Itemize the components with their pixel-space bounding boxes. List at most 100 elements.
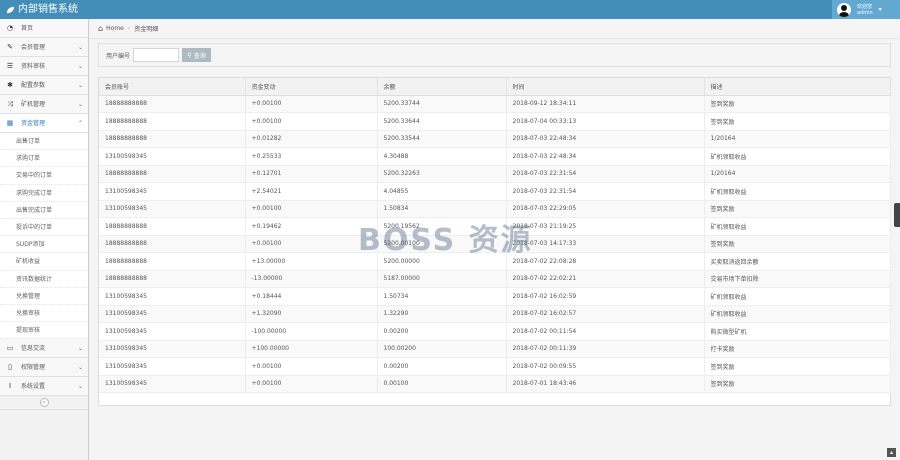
sidebar-item[interactable]: ▦ 资金管理 ⌃ [0,114,88,133]
table-cell: 18888888888 [99,130,246,148]
table-cell: 18888888888 [99,217,246,236]
user-info: 欢迎您 admin [857,4,873,16]
chevron-icon: ⌃ [77,119,83,127]
table-cell: 签到奖励 [704,375,891,393]
double-chevron-left-icon: « [39,398,49,408]
table-cell: 购买微型矿机 [704,322,891,341]
breadcrumb-current: 资金明细 [134,26,159,33]
table-cell: 2018-07-03 21:19:25 [506,217,705,236]
table-cell: 13100598345 [99,305,246,323]
sidebar-item[interactable]: ◔ 首页 [0,19,88,38]
table-cell: 13100598345 [99,340,246,358]
table-cell: 13100598345 [99,322,246,341]
column-header: 资金变动 [245,78,378,96]
sidebar-item[interactable]: ✱ 配置参数 ⌄ [0,76,88,95]
breadcrumb-home-link[interactable]: Home [106,25,124,32]
sidebar-item[interactable]: Ⅰ 系统设置 ⌄ [0,377,88,397]
sidebar-item[interactable]: ⤨ 矿机管理 ⌄ [0,95,88,114]
table-cell: 5187.00000 [377,270,507,288]
sidebar-subitem[interactable]: 求购完成订单 [0,184,88,202]
table-cell: 13100598345 [99,357,246,376]
sidebar-collapse-button[interactable]: « [0,396,88,411]
sidebar: ◔ 首页 ✎ 会员管理 ⌄ ☰ 资料审核 ⌄ ✱ 配置参数 ⌄ ⤨ 矿机管理 ⌄ ▦ 资金管理 ⌃ 出售订单 求购订… [0,19,89,460]
table-cell: 0.00200 [377,322,507,341]
table-cell: 5200.32263 [377,165,507,183]
table-cell: 买卖取消返回余额 [704,252,891,271]
table-cell: 矿机领取收益 [704,287,891,306]
search-bar: 用户编号 ⚲ 查询 [98,43,891,67]
table-row: 13100598345 +0.18444 1.50734 2018-07-02 16:… [99,287,891,306]
table-cell: 4.30488 [377,147,507,166]
chevron-icon: ⌄ [77,344,83,352]
table-cell: -100.00000 [245,322,378,341]
sidebar-subitem[interactable]: 求购订单 [0,150,88,168]
calendar-icon: ▦ [6,118,14,127]
table-cell: +0.25533 [245,147,378,166]
sidebar-subitem[interactable]: 兑换管理 [0,287,88,305]
sidebar-subitem[interactable]: 交易中的订单 [0,167,88,185]
table-cell: +100.00000 [245,340,378,358]
table-cell: 签到奖励 [704,357,891,376]
table-cell: 18888888888 [99,112,246,131]
column-header: 余额 [377,78,507,96]
sidebar-item-label: 资金管理 [21,119,46,127]
sidebar-subitem[interactable]: 兑换审核 [0,304,88,323]
dashboard-icon: ◔ [6,23,14,32]
list-icon: ☰ [6,61,14,70]
table-cell: 2018-07-02 00:11:39 [506,340,705,358]
table-cell: 2018-07-03 22:48:34 [506,147,705,166]
table-row: 13100598345 +1.32090 1.32290 2018-07-02 16:… [99,305,891,323]
settings-tab[interactable] [894,203,900,227]
sidebar-subitem[interactable]: 资讯数据统计 [0,270,88,288]
sidebar-subitem[interactable]: 提现审核 [0,322,88,340]
file-icon: ▯ [8,362,12,371]
desktop-icon: ▭ [6,343,14,352]
user-id-input[interactable] [133,48,180,62]
table-cell: +0.18444 [245,287,378,306]
sidebar-subitem[interactable]: SUDP添加 [0,236,88,254]
table-cell: 18888888888 [99,235,246,253]
table-row: 13100598345 +0.00100 0.00200 2018-07-02 00:… [99,357,891,376]
table-cell: 0.00100 [377,375,507,393]
table-cell: 18888888888 [99,252,246,271]
table-cell: 交易市场下单扣除 [704,270,891,288]
table-cell: 签到奖励 [704,112,891,131]
user-menu[interactable]: 欢迎您 admin ▾ [832,0,900,19]
sidebar-subitem[interactable]: 投诉中的订单 [0,218,88,237]
sidebar-item[interactable]: ✎ 会员管理 ⌄ [0,38,88,57]
sidebar-subitem[interactable]: 出售订单 [0,133,88,151]
sidebar-item-label: 资料审核 [21,62,46,70]
sidebar-subitem[interactable]: 出售完成订单 [0,201,88,219]
top-navbar: 内部销售系统 欢迎您 admin ▾ [0,0,900,19]
edit-icon: ✎ [7,42,13,51]
table-cell: 2018-07-03 22:31:54 [506,182,705,201]
column-header: 描述 [704,78,891,96]
sidebar-subitem[interactable]: 矿机收益 [0,253,88,271]
table-cell: 1/20164 [704,165,891,183]
sidebar-item[interactable]: ▭ 信息交流 ⌄ [0,339,88,359]
table-row: 18888888888 +0.00100 5200.33644 2018-07-04 … [99,112,891,131]
table-cell: 2018-07-02 16:02:57 [506,305,705,323]
table-cell: 2018-07-03 22:29:05 [506,200,705,218]
scroll-up-icon[interactable]: ▴ [887,448,896,457]
leaf-icon [6,6,15,13]
caret-down-icon: ▾ [878,6,882,13]
table-row: 18888888888 +0.01282 5200.33544 2018-07-03 … [99,130,891,148]
search-button-label: 查询 [193,52,206,60]
chevron-icon: ⌄ [77,62,83,70]
app-brand[interactable]: 内部销售系统 [6,3,78,16]
random-icon: ⤨ [7,99,13,108]
sidebar-item[interactable]: ▯ 权限管理 ⌄ [0,358,88,378]
table-cell: 5200.33644 [377,112,507,131]
sidebar-item-label: 矿机管理 [21,100,46,108]
table-cell: +0.00100 [245,357,378,376]
sidebar-item[interactable]: ☰ 资料审核 ⌄ [0,57,88,76]
table-cell: 2018-07-02 00:11:54 [506,322,705,341]
table-cell: 2018-07-03 22:48:34 [506,130,705,148]
search-button[interactable]: ⚲ 查询 [182,48,212,62]
table-cell: +0.00100 [245,375,378,393]
search-icon: ⚲ [187,51,192,59]
home-icon: ⌂ [98,24,104,33]
table-row: 18888888888 +0.00100 5200.33744 2018-09-12 … [99,95,891,113]
table-cell: 0.00200 [377,357,507,376]
